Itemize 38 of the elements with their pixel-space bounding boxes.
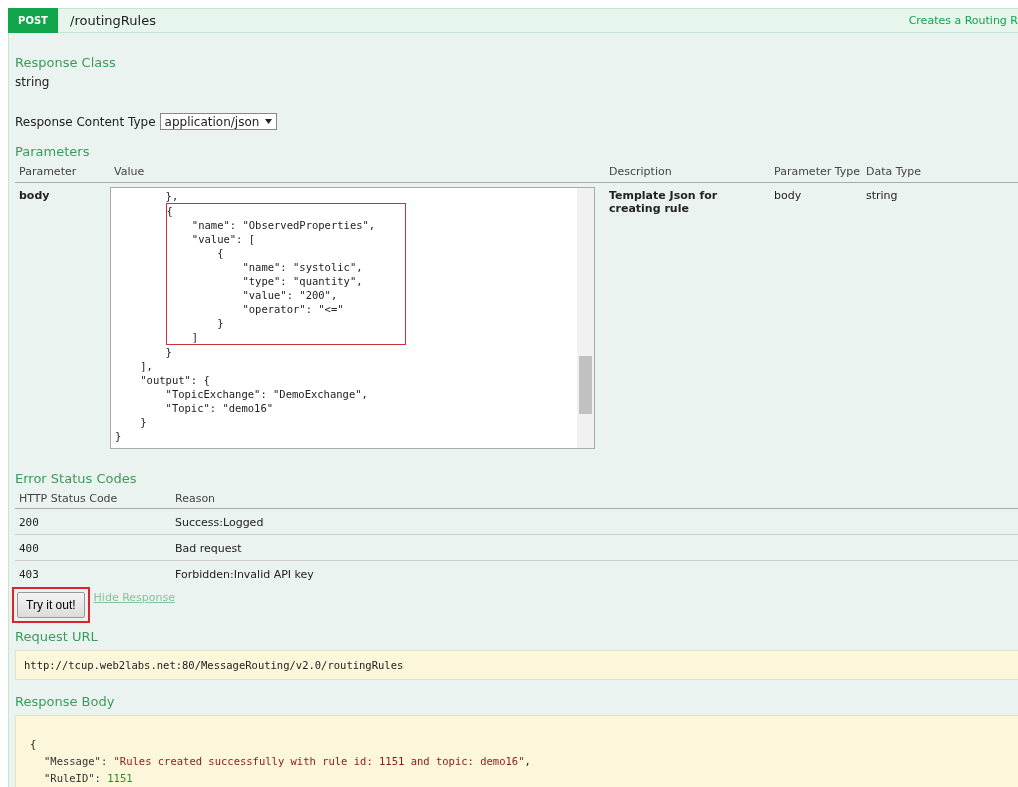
section-heading: Request URL xyxy=(15,629,99,644)
column-header: Data Type xyxy=(862,159,1018,183)
column-header: Value xyxy=(110,159,605,183)
highlight-box: { "name": "ObservedProperties", "value": [ { "name": "systolic", "type": "quantity", "value": "200", "operator": "<=" } ] xyxy=(165,203,406,345)
request-url-box: http://tcup.web2labs.net:80/MessageRouting/v2.0/routingRules xyxy=(15,650,1018,680)
data-type: string xyxy=(865,188,899,204)
column-header: Parameter xyxy=(15,159,110,183)
status-code: 400 xyxy=(15,535,171,561)
status-code: 403 xyxy=(18,567,40,583)
column-header: Description xyxy=(605,159,770,183)
content-type-select[interactable]: application/json xyxy=(159,113,278,130)
column-header: HTTP Status Code xyxy=(15,490,171,509)
code-line: "Message": "Rules created successfully with rule id: 1151 and topic: demo16", xyxy=(43,754,532,769)
method-badge: POST xyxy=(8,8,58,33)
status-reason: Forbidden:Invalid API key xyxy=(174,567,315,583)
section-heading: Response Body xyxy=(15,694,116,709)
section-heading: Parameters xyxy=(15,144,91,159)
code-line: "RuleID": 1151 xyxy=(43,771,134,786)
column-header: Parameter Type xyxy=(770,159,862,183)
try-it-out-button[interactable]: Try it out! xyxy=(17,592,85,618)
parameter-description: Template Json for creating rule xyxy=(608,188,719,217)
caret-icon xyxy=(265,119,273,124)
field-label: Response Content Type xyxy=(15,114,156,129)
status-reason: Bad request xyxy=(171,535,1018,561)
response-class-value: string xyxy=(15,75,51,89)
column-header: Reason xyxy=(171,490,1018,509)
operation-summary: Creates a Routing R xyxy=(908,14,1018,27)
scrollbar[interactable] xyxy=(577,188,594,448)
parameter-name: body xyxy=(18,188,51,204)
endpoint-path: /routingRules xyxy=(70,13,157,28)
section-heading: Error Status Codes xyxy=(15,471,138,486)
parameter-type: body xyxy=(773,188,803,204)
section-heading: Response Class xyxy=(15,55,117,70)
status-code: 200 xyxy=(15,509,171,535)
body-value-field[interactable]: }, { "name": "ObservedProperties", "value": [ { "name": "systolic", "type": "quantity", "value": "200", "operator": "<=" } ] } ], "output": { "TopicExchange": "DemoExchange", "Topic": "demo16" } } xyxy=(110,187,595,449)
operation-header[interactable]: POST /routingRules Creates a Routing R xyxy=(8,8,1018,33)
code-line: { xyxy=(30,737,38,752)
status-reason: Success:Logged xyxy=(171,509,1018,535)
